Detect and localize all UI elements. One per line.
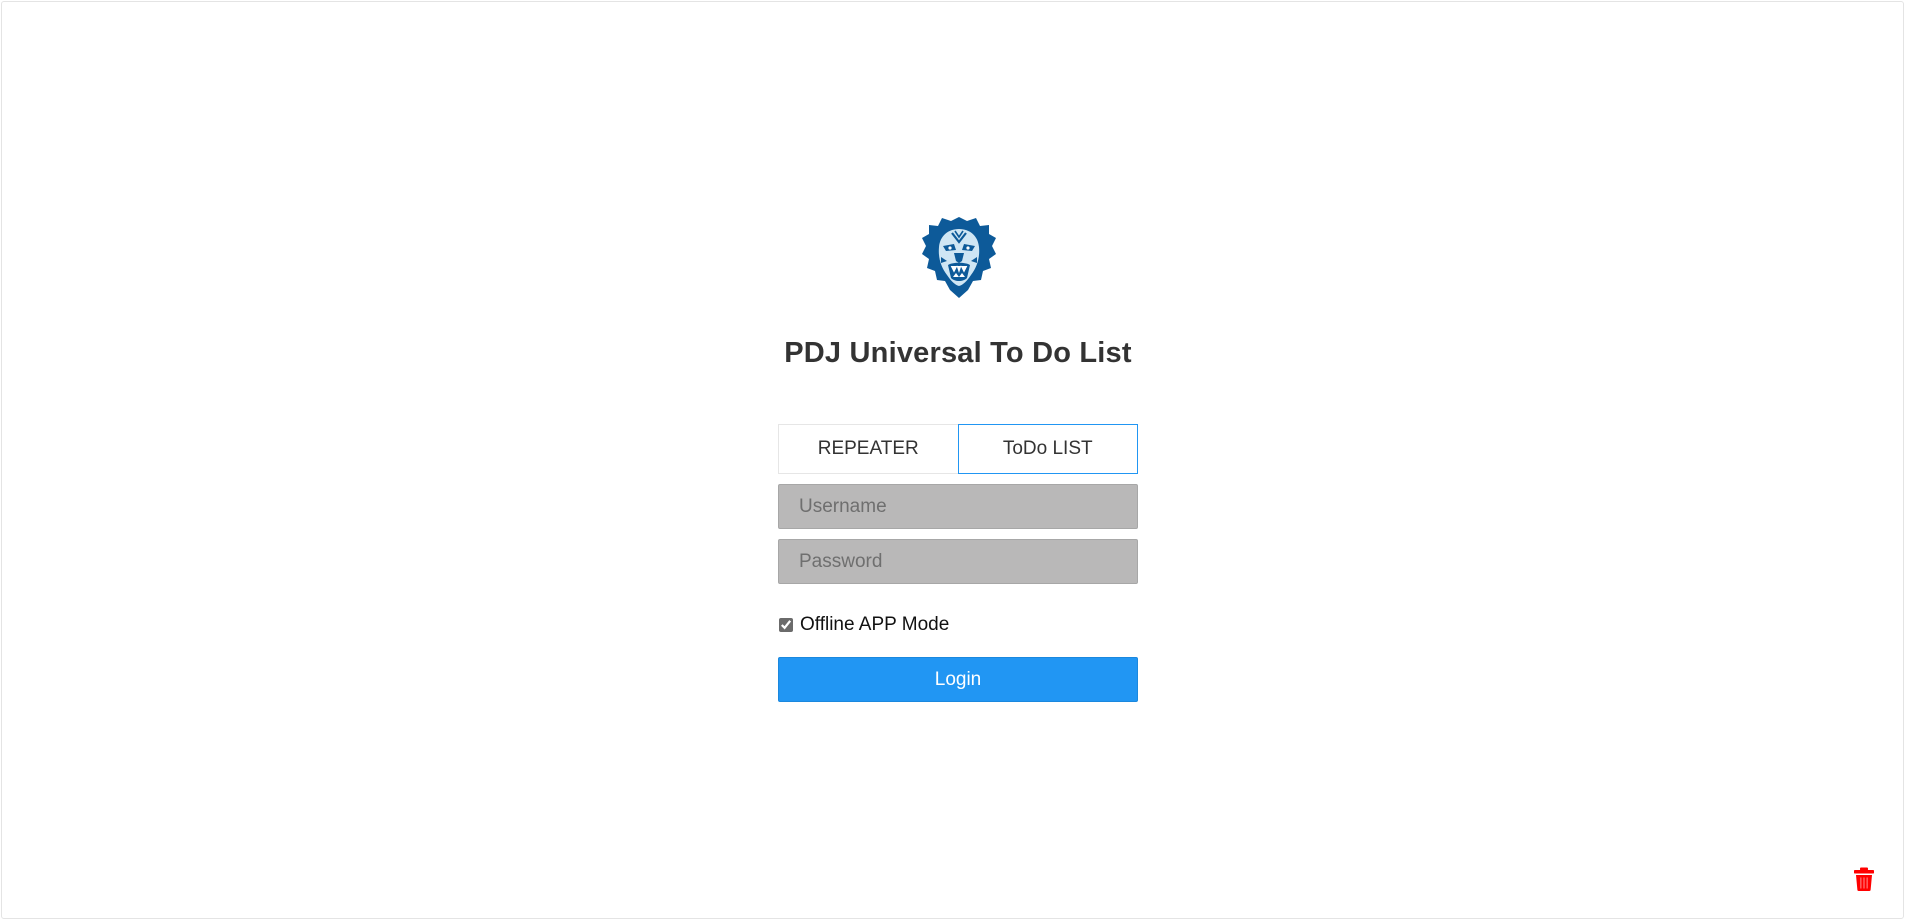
- mode-tabs: REPEATER ToDo LIST: [778, 424, 1138, 474]
- offline-mode-checkbox[interactable]: [779, 618, 793, 632]
- app-frame: PDJ Universal To Do List REPEATER ToDo L…: [1, 1, 1904, 919]
- tab-repeater[interactable]: REPEATER: [778, 424, 958, 474]
- login-button[interactable]: Login: [778, 657, 1138, 702]
- password-input[interactable]: [778, 539, 1138, 584]
- tab-todo-list[interactable]: ToDo LIST: [957, 424, 1138, 474]
- page-title: PDJ Universal To Do List: [784, 337, 1132, 369]
- offline-mode-option[interactable]: Offline APP Mode: [778, 614, 949, 636]
- offline-mode-label: Offline APP Mode: [800, 614, 950, 635]
- trash-icon[interactable]: [1853, 867, 1875, 891]
- username-input[interactable]: [778, 484, 1138, 529]
- lion-head-logo-icon: [922, 217, 996, 298]
